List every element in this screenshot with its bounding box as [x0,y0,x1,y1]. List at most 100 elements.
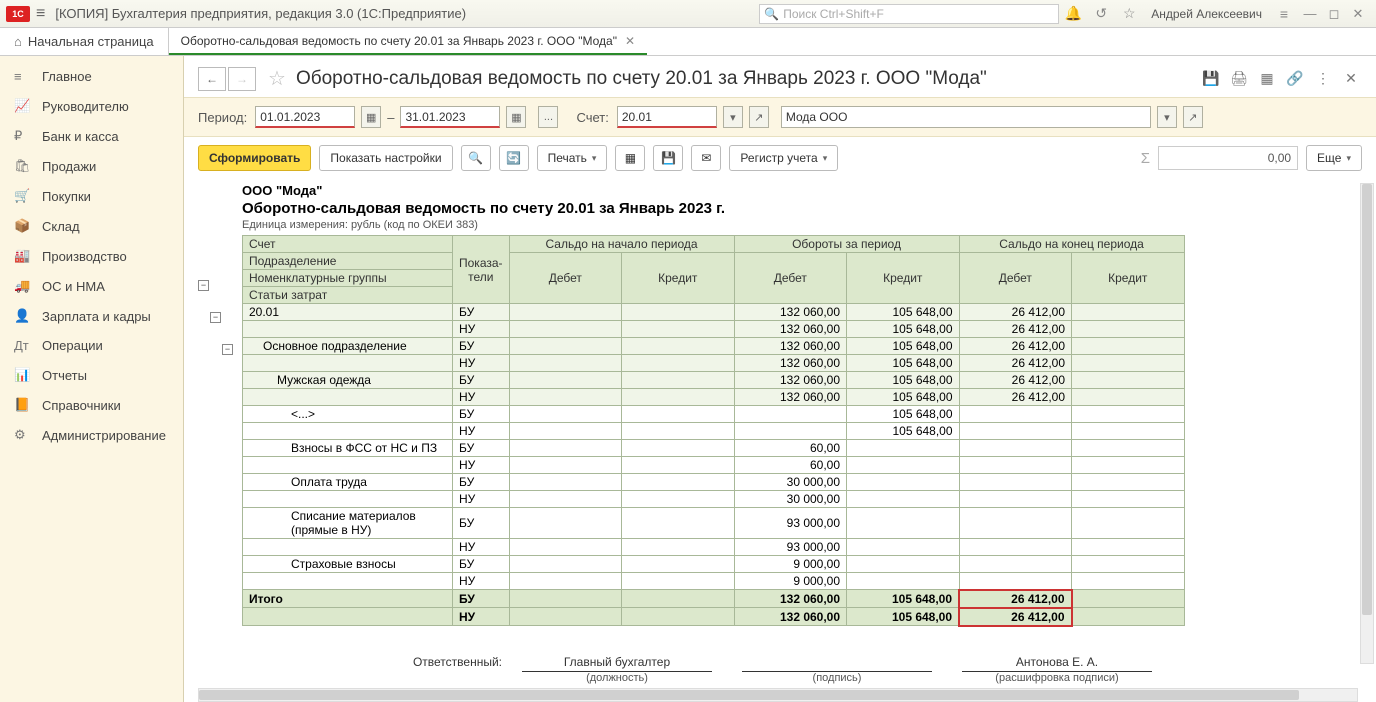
period-picker-button[interactable]: ... [538,106,558,128]
signature-position: Главный бухгалтер [522,655,712,669]
sidebar-label: Операции [42,338,103,353]
user-name[interactable]: Андрей Алексеевич [1151,7,1262,21]
export-icon[interactable]: ▦ [1256,70,1278,87]
save-button[interactable]: 💾 [653,145,683,171]
find-button[interactable]: 🔍 [461,145,491,171]
home-icon: ⌂ [14,34,22,49]
document-tab[interactable]: Оборотно-сальдовая ведомость по счету 20… [169,28,647,55]
account-input[interactable]: 20.01 [617,106,717,128]
date-from-calendar-icon[interactable]: ▦ [361,106,381,128]
sidebar-item[interactable]: ⚙Администрирование [0,420,183,450]
sidebar-item[interactable]: 🚚ОС и НМА [0,271,183,301]
more-icon[interactable]: ⋮ [1312,70,1334,87]
favorite-star-icon[interactable]: ☆ [268,66,286,91]
sidebar-item[interactable]: ₽Банк и касса [0,121,183,151]
email-button[interactable]: ✉ [691,145,721,171]
search-placeholder: Поиск Ctrl+Shift+F [783,7,884,21]
org-select-icon[interactable]: ↗ [1183,106,1203,128]
history-icon[interactable]: ↺ [1091,5,1111,22]
table-row[interactable]: НУ132 060,00105 648,0026 412,00 [243,321,1185,338]
report-unit: Единица измерения: рубль (код по ОКЕИ 38… [242,219,1362,231]
close-icon[interactable]: ✕ [1346,6,1370,22]
table-row[interactable]: НУ105 648,00 [243,423,1185,440]
form-button[interactable]: Сформировать [198,145,311,171]
sidebar-label: Производство [42,249,127,264]
period-dash: – [387,110,394,125]
search-icon: 🔍 [764,7,779,21]
tabstrip: ⌂ Начальная страница Оборотно-сальдовая … [0,28,1376,56]
table-row[interactable]: Основное подразделениеБУ132 060,00105 64… [243,338,1185,355]
excel-button[interactable]: ▦ [615,145,645,171]
register-button[interactable]: Регистр учета▾ [729,145,838,171]
sidebar-icon: ≡ [14,69,34,84]
bell-icon[interactable]: 🔔 [1063,5,1083,22]
sidebar-item[interactable]: 📊 Отчеты [0,360,183,390]
refresh-button[interactable]: 🔄 [499,145,529,171]
horizontal-scrollbar[interactable] [198,688,1358,702]
app-title: [КОПИЯ] Бухгалтерия предприятия, редакци… [55,6,466,21]
print-button[interactable]: Печать▾ [537,145,608,171]
sidebar-item[interactable]: 🛒Покупки [0,181,183,211]
print-icon[interactable]: 🖨 [1228,70,1250,87]
sidebar-item[interactable]: ≡ Главное [0,62,183,91]
more-button[interactable]: Еще▾ [1306,145,1362,171]
sidebar-item[interactable]: 📙Справочники [0,390,183,420]
user-menu-icon[interactable]: ≡ [1274,6,1294,22]
maximize-icon[interactable]: ◻ [1322,6,1346,22]
account-select-icon[interactable]: ↗ [749,106,769,128]
document-header: ← → ☆ Оборотно-сальдовая ведомость по сч… [184,56,1376,97]
signature-label: Ответственный: [242,655,522,684]
sidebar-label: Отчеты [42,368,87,383]
titlebar: 1C ≡ [КОПИЯ] Бухгалтерия предприятия, ре… [0,0,1376,28]
table-row[interactable]: НУ132 060,00105 648,0026 412,00 [243,355,1185,372]
report-org: ООО "Мода" [242,183,1362,198]
save-icon[interactable]: 💾 [1200,70,1222,87]
nav-back-button[interactable]: ← [198,67,226,91]
organization-input[interactable]: Мода ООО [781,106,1151,128]
sidebar-icon: 📊 [14,367,34,383]
table-row[interactable]: НУ132 060,00105 648,0026 412,00 [243,389,1185,406]
sidebar-item[interactable]: 📈Руководителю [0,91,183,121]
sidebar-item[interactable]: 👤Зарплата и кадры [0,301,183,331]
table-row[interactable]: Мужская одеждаБУ132 060,00105 648,0026 4… [243,372,1185,389]
table-row[interactable]: Страховые взносыБУ9 000,00 [243,556,1185,573]
hamburger-icon[interactable]: ≡ [36,5,45,23]
date-from-input[interactable]: 01.01.2023 [255,106,355,128]
table-row[interactable]: НУ30 000,00 [243,491,1185,508]
signature-block: Ответственный: Главный бухгалтер (должно… [242,655,1362,684]
table-row[interactable]: Оплата трудаБУ30 000,00 [243,474,1185,491]
table-row[interactable]: Взносы в ФСС от НС и ПЗБУ60,00 [243,440,1185,457]
table-row[interactable]: Списание материалов (прямые в НУ)БУ93 00… [243,508,1185,539]
account-dropdown-icon[interactable]: ▾ [723,106,743,128]
vertical-scrollbar[interactable] [1360,183,1374,664]
date-to-input[interactable]: 31.01.2023 [400,106,500,128]
minimize-icon[interactable]: — [1298,6,1322,21]
table-row[interactable]: НУ9 000,00 [243,573,1185,590]
sidebar-item[interactable]: 🛍Продажи [0,151,183,181]
tree-collapse-icon[interactable]: − [222,344,233,355]
star-icon[interactable]: ☆ [1119,5,1139,22]
tree-collapse-icon[interactable]: − [210,312,221,323]
sidebar-item[interactable]: 📦Склад [0,211,183,241]
sidebar-icon: ⚙ [14,427,34,443]
tree-collapse-icon[interactable]: − [198,280,209,291]
table-row[interactable]: НУ60,00 [243,457,1185,474]
table-row[interactable]: <...>БУ105 648,00 [243,406,1185,423]
tab-close-icon[interactable]: ✕ [625,34,635,48]
show-settings-button[interactable]: Показать настройки [319,145,452,171]
sidebar-icon: 🛒 [14,188,34,204]
org-dropdown-icon[interactable]: ▾ [1157,106,1177,128]
toolbar: Сформировать Показать настройки 🔍 🔄 Печа… [184,137,1376,179]
link-icon[interactable]: 🔗 [1284,70,1306,87]
table-row[interactable]: 20.01БУ132 060,00105 648,0026 412,00 [243,304,1185,321]
date-to-calendar-icon[interactable]: ▦ [506,106,526,128]
nav-forward-button[interactable]: → [228,67,256,91]
close-doc-icon[interactable]: ✕ [1340,70,1362,87]
table-row[interactable]: НУ93 000,00 [243,539,1185,556]
home-tab[interactable]: ⌂ Начальная страница [0,28,169,55]
sidebar-label: Главное [42,69,92,84]
global-search-input[interactable]: 🔍 Поиск Ctrl+Shift+F [759,4,1059,24]
sidebar-item[interactable]: ДтОперации [0,331,183,360]
sidebar-item[interactable]: 🏭Производство [0,241,183,271]
sidebar-label: Руководителю [42,99,129,114]
